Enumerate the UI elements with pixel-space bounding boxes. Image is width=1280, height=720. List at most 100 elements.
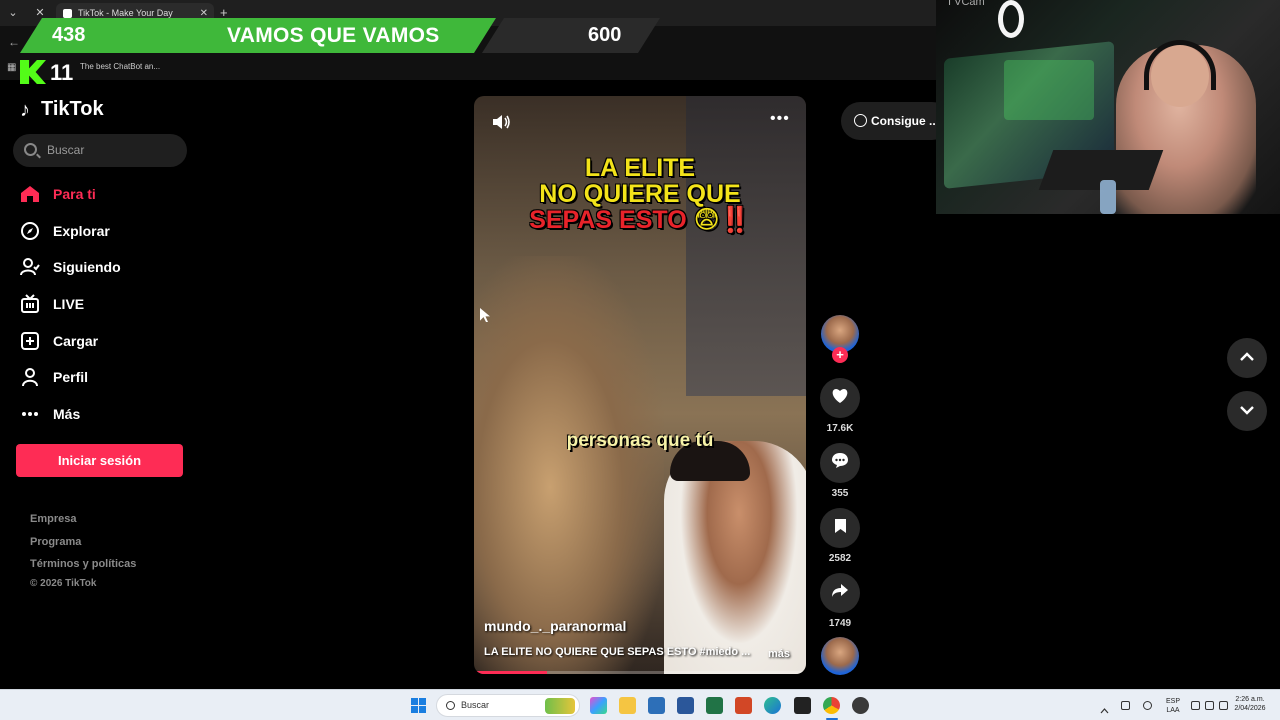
sidebar-item-explorar[interactable]: Explorar — [20, 218, 110, 244]
comment-icon — [831, 452, 849, 474]
share-icon — [831, 583, 849, 603]
stream-banner: 438 VAMOS QUE VAMOS 600 — [20, 18, 660, 53]
bookmark-chatbot[interactable]: The best ChatBot an... — [80, 62, 160, 71]
sidebar-item-label: Siguiendo — [53, 259, 121, 275]
search-icon — [24, 143, 37, 156]
apps-grid-icon[interactable]: ▦ — [7, 62, 16, 73]
tab-menu-icon[interactable]: ⌄ — [5, 5, 21, 21]
video-progress-bar[interactable] — [474, 671, 806, 674]
follow-plus-icon[interactable]: + — [832, 347, 848, 363]
more-icon — [20, 404, 40, 424]
coin-icon — [854, 114, 867, 127]
chrome-icon[interactable] — [823, 697, 840, 714]
clock[interactable]: 2:26 a.m. 2/04/2026 — [1226, 695, 1274, 713]
next-creator-avatar[interactable] — [821, 637, 859, 675]
bookmarks-bar: ▦ The best ChatBot an... — [0, 56, 936, 80]
copyright: © 2026 TikTok — [30, 578, 97, 589]
next-video-button[interactable] — [1227, 391, 1267, 431]
get-coins-label: Consigue ... — [871, 114, 940, 128]
obs-icon[interactable] — [852, 697, 869, 714]
word-icon[interactable] — [677, 697, 694, 714]
footer-link-programa[interactable]: Programa — [30, 536, 81, 548]
powerpoint-icon[interactable] — [735, 697, 752, 714]
taskbar-search[interactable]: Buscar — [436, 694, 580, 717]
viewer-count: 11 — [50, 60, 74, 85]
chevron-down-icon — [1239, 402, 1255, 420]
sidebar-item-cargar[interactable]: Cargar — [20, 328, 98, 354]
search-icon — [446, 701, 455, 710]
video-caption-line2: NO QUIERE QUE — [539, 180, 741, 208]
heart-icon — [831, 388, 849, 409]
sidebar-item-label: Cargar — [53, 333, 99, 349]
webcam-bottle — [1100, 180, 1116, 214]
ring-light-icon — [998, 0, 1024, 38]
brand-name: TikTok — [41, 98, 104, 120]
tab-title: TikTok - Make Your Day — [78, 8, 173, 18]
volume-tray-icon[interactable] — [1205, 701, 1214, 710]
excel-icon[interactable] — [706, 697, 723, 714]
tiktok-note-icon: ♪ — [20, 98, 30, 121]
comment-count: 355 — [831, 488, 849, 499]
like-count: 17.6K — [826, 423, 854, 434]
sidebar-item-live[interactable]: LIVE — [20, 291, 84, 317]
capcut-icon[interactable] — [794, 697, 811, 714]
sidebar-item-label: Perfil — [53, 369, 89, 385]
comment-button[interactable] — [820, 443, 860, 483]
sidebar-item-label: Para ti — [53, 186, 96, 202]
share-button[interactable] — [820, 573, 860, 613]
microphone-icon[interactable] — [1143, 701, 1152, 710]
video-description-more[interactable]: más — [768, 648, 790, 660]
search-highlight-icon — [545, 698, 575, 714]
sidebar-item-label: Explorar — [53, 223, 110, 239]
copilot-icon[interactable] — [590, 697, 607, 714]
tray-app-icon[interactable] — [1121, 701, 1130, 710]
save-count: 2582 — [828, 553, 852, 564]
video-author[interactable]: mundo_._paranormal — [484, 618, 626, 634]
store-icon[interactable] — [648, 697, 665, 714]
volume-icon[interactable] — [492, 114, 512, 130]
video-player[interactable]: LA ELITE NO QUIERE QUE SEPAS ESTO 😨‼️ pe… — [474, 96, 806, 674]
sidebar-item-mas[interactable]: Más — [20, 401, 80, 427]
banner-dark-bar — [482, 18, 660, 53]
windows-start-icon[interactable] — [411, 698, 426, 713]
taskbar-search-label: Buscar — [461, 700, 490, 710]
language-indicator[interactable]: ESP LAA — [1162, 697, 1184, 715]
video-more-icon[interactable]: ••• — [770, 110, 790, 128]
back-arrow-icon[interactable]: ← — [8, 35, 20, 49]
sidebar-item-para-ti[interactable]: Para ti — [20, 181, 96, 207]
edge-icon[interactable] — [764, 697, 781, 714]
previous-video-button[interactable] — [1227, 338, 1267, 378]
live-icon — [20, 294, 40, 314]
clock-date: 2/04/2026 — [1234, 705, 1266, 712]
search-input[interactable]: Buscar — [13, 134, 187, 167]
search-placeholder: Buscar — [47, 143, 85, 157]
chevron-up-icon — [1239, 349, 1255, 367]
video-subtitle: personas que tú — [566, 430, 714, 451]
sidebar-item-label: LIVE — [53, 296, 85, 312]
webcam-screen-glow — [1004, 60, 1094, 120]
bookmark-icon — [834, 518, 847, 539]
video-frame-woman — [474, 256, 664, 674]
video-progress-fill — [474, 671, 548, 674]
tray-chevron-icon[interactable] — [1100, 701, 1109, 714]
tiktok-favicon-icon — [63, 9, 72, 18]
get-coins-button[interactable]: Consigue ... — [841, 102, 951, 140]
footer-link-terminos[interactable]: Términos y políticas — [30, 558, 136, 570]
login-button[interactable]: Iniciar sesión — [16, 444, 183, 477]
sidebar-item-siguiendo[interactable]: Siguiendo — [20, 254, 121, 280]
like-button[interactable] — [820, 378, 860, 418]
upload-icon — [20, 331, 40, 351]
sidebar-item-perfil[interactable]: Perfil — [20, 364, 88, 390]
save-button[interactable] — [820, 508, 860, 548]
following-icon — [20, 257, 40, 277]
webcam-overlay: I VCam — [936, 0, 1280, 214]
clock-time: 2:26 a.m. — [1235, 696, 1265, 703]
home-icon — [20, 184, 40, 204]
wifi-icon[interactable] — [1191, 701, 1200, 710]
windows-taskbar: Buscar ESP LAA 2:26 a.m. 2/04/2026 — [0, 689, 1280, 720]
file-explorer-icon[interactable] — [619, 697, 636, 714]
tiktok-logo[interactable]: ♪ TikTok — [20, 98, 104, 121]
profile-icon — [20, 367, 40, 387]
footer-link-empresa[interactable]: Empresa — [30, 513, 76, 525]
banner-left-count: 438 — [52, 24, 86, 46]
